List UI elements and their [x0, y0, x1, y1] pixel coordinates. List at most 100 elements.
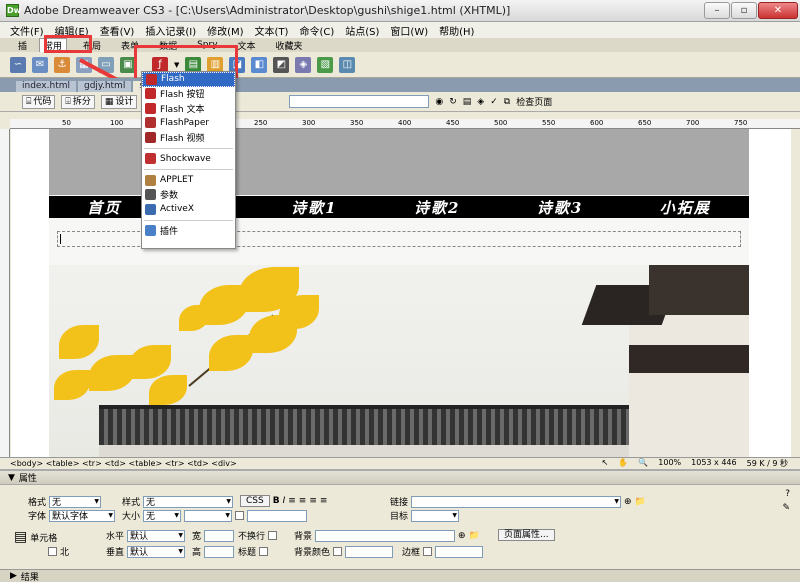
- text-color-input[interactable]: [247, 509, 308, 522]
- bold-button[interactable]: B: [273, 496, 280, 506]
- page-properties-button[interactable]: 页面属性...: [498, 529, 555, 541]
- menu-item-flash[interactable]: Flash: [142, 72, 235, 87]
- snippet-icon[interactable]: ◫: [339, 57, 356, 73]
- width-input[interactable]: [204, 529, 235, 542]
- script-icon[interactable]: ◩: [273, 57, 290, 73]
- help-icon[interactable]: ?: [785, 489, 790, 499]
- check-page-icon[interactable]: ⧉: [504, 97, 510, 107]
- menu-item-param[interactable]: 参数: [142, 188, 235, 203]
- size-unit-select[interactable]: [184, 509, 233, 522]
- point-to-file-icon[interactable]: ⊕: [624, 497, 632, 507]
- menu-item-shockwave[interactable]: Shockwave: [142, 152, 235, 167]
- design-canvas[interactable]: 首页 语 诗歌1 诗歌2 诗歌3 小拓展: [11, 129, 791, 459]
- maximize-button[interactable]: ▫: [731, 2, 757, 19]
- menu-item-flash-text[interactable]: Flash 文本: [142, 101, 235, 116]
- menu-item-plugin[interactable]: 插件: [142, 224, 235, 239]
- download-size: 59 K / 9 秒: [746, 459, 788, 468]
- menu-site[interactable]: 站点(S): [345, 23, 379, 38]
- minimize-button[interactable]: –: [704, 2, 730, 19]
- format-select[interactable]: 无: [49, 495, 102, 508]
- nowrap-checkbox[interactable]: [268, 531, 278, 540]
- menu-commands[interactable]: 命令(C): [299, 23, 334, 38]
- doc-tab-index[interactable]: index.html: [16, 81, 76, 92]
- head-icon[interactable]: ◧: [251, 57, 268, 73]
- vertical-align-select[interactable]: 默认: [127, 545, 186, 558]
- link-input[interactable]: [411, 495, 622, 508]
- menu-window[interactable]: 窗口(W): [390, 23, 428, 38]
- check-page-label[interactable]: 检查页面: [516, 95, 552, 108]
- code-view-button[interactable]: ⌸ 代码: [22, 94, 56, 109]
- border-color-input[interactable]: [435, 545, 484, 558]
- results-panel-bar[interactable]: ▶ 结果: [0, 569, 800, 582]
- split-view-button[interactable]: ⌹ 拆分: [61, 94, 95, 109]
- justify-icon[interactable]: ≡: [320, 496, 328, 506]
- nav-poem-3[interactable]: 诗歌3: [537, 197, 583, 218]
- templates-icon[interactable]: ◈: [295, 57, 312, 73]
- window-size[interactable]: 1053 x 446: [691, 458, 736, 469]
- css-button[interactable]: CSS: [240, 495, 270, 507]
- browse-folder-icon[interactable]: 📁: [635, 497, 646, 507]
- bg-point-to-file-icon[interactable]: ⊕: [458, 531, 466, 541]
- menu-view[interactable]: 查看(V): [100, 23, 135, 38]
- align-left-icon[interactable]: ≡: [288, 496, 296, 506]
- bgcolor-input[interactable]: [345, 545, 394, 558]
- nav-poem-1[interactable]: 诗歌1: [291, 197, 337, 218]
- menu-item-activex[interactable]: ActiveX: [142, 202, 235, 217]
- menu-item-flash-video[interactable]: Flash 视频: [142, 130, 235, 145]
- align-center-icon[interactable]: ≡: [299, 496, 307, 506]
- design-view-button[interactable]: ▦ 设计: [100, 94, 138, 109]
- menu-text[interactable]: 文本(T): [255, 23, 289, 38]
- activex-icon: [145, 203, 156, 215]
- nav-home[interactable]: 首页: [87, 197, 121, 218]
- named-anchor-icon[interactable]: ⚓: [54, 57, 70, 73]
- preview-icon[interactable]: ◉: [435, 97, 443, 107]
- expand-triangle-icon[interactable]: ▶: [10, 571, 17, 581]
- border-color-swatch[interactable]: [423, 547, 433, 556]
- height-input[interactable]: [204, 545, 235, 558]
- menu-item-flash-button[interactable]: Flash 按钮: [142, 87, 235, 102]
- menu-item-applet[interactable]: APPLET: [142, 173, 235, 188]
- style-select[interactable]: 无: [143, 495, 234, 508]
- italic-button[interactable]: I: [283, 496, 286, 506]
- merge-cells-icon[interactable]: [48, 547, 57, 556]
- menu-modify[interactable]: 修改(M): [207, 23, 243, 38]
- menu-file[interactable]: 文件(F): [10, 23, 44, 38]
- menu-help[interactable]: 帮助(H): [439, 23, 474, 38]
- select-tool-icon[interactable]: ↖: [602, 458, 609, 469]
- quick-tag-editor-icon[interactable]: ✎: [782, 503, 790, 513]
- collapse-triangle-icon[interactable]: ▼: [8, 473, 15, 483]
- tag-chooser-icon[interactable]: ▧: [317, 57, 334, 73]
- zoom-tool-icon[interactable]: 🔍: [638, 458, 648, 469]
- target-select[interactable]: [411, 509, 460, 522]
- visual-aids-icon[interactable]: ◈: [477, 97, 484, 107]
- email-link-icon[interactable]: ✉: [32, 57, 48, 73]
- nav-extension[interactable]: 小拓展: [660, 197, 711, 218]
- nav-poem-2[interactable]: 诗歌2: [414, 197, 460, 218]
- background-input[interactable]: [315, 529, 456, 542]
- header-checkbox[interactable]: [259, 547, 269, 556]
- refresh-icon[interactable]: ↻: [449, 97, 457, 107]
- align-right-icon[interactable]: ≡: [309, 496, 317, 506]
- validate-icon[interactable]: ✓: [490, 97, 498, 107]
- close-button[interactable]: ✕: [758, 2, 798, 19]
- text-color-swatch[interactable]: [235, 511, 245, 520]
- font-select[interactable]: 默认字体: [49, 509, 116, 522]
- split-cells-label[interactable]: 北: [60, 545, 69, 558]
- tag-selector[interactable]: <body> <table> <tr> <td> <table> <tr> <t…: [10, 459, 237, 468]
- hand-tool-icon[interactable]: ✋: [618, 458, 628, 469]
- horizontal-align-select[interactable]: 默认: [127, 529, 186, 542]
- zoom-level[interactable]: 100%: [658, 458, 681, 469]
- bg-browse-folder-icon[interactable]: 📁: [469, 531, 480, 541]
- bgcolor-swatch[interactable]: [333, 547, 343, 556]
- menu-insert[interactable]: 插入记录(I): [145, 23, 196, 38]
- menu-item-flashpaper[interactable]: FlashPaper: [142, 116, 235, 131]
- hero-image: [49, 265, 749, 459]
- doc-tab-gdjy[interactable]: gdjy.html: [77, 81, 132, 92]
- size-select[interactable]: 无: [143, 509, 182, 522]
- view-options-icon[interactable]: ▤: [463, 97, 472, 107]
- tab-favorites[interactable]: 收藏夹: [272, 39, 307, 52]
- page-title-input[interactable]: [289, 95, 430, 108]
- border-label: 边框: [402, 548, 421, 558]
- hyperlink-icon[interactable]: ∽: [10, 57, 26, 73]
- background-label: 背景: [294, 532, 313, 542]
